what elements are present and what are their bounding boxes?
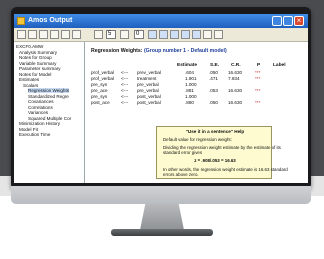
decimal-icon[interactable] — [170, 30, 179, 39]
output-title-prefix: Regression Weights: — [91, 48, 144, 54]
row-p: *** — [255, 76, 261, 81]
row-left-var: prof_verbal — [91, 70, 114, 75]
row-left-var: pre_syn — [91, 82, 108, 87]
column-width-icon[interactable] — [181, 30, 190, 39]
tree-item-minimization-history[interactable]: Minimization History — [19, 121, 60, 126]
tree-item-execution-time[interactable]: Execution Time — [19, 132, 50, 137]
grid-view-icon[interactable] — [148, 30, 157, 39]
page-field[interactable]: 5 — [106, 30, 116, 39]
row-estimate: .604 — [185, 70, 194, 75]
row-left-var: pre_ace — [91, 88, 108, 93]
maximize-button[interactable] — [283, 16, 293, 26]
tooltip-line: Default value for regression weight: — [163, 137, 232, 142]
row-right-var: pre_verbal — [137, 88, 159, 93]
help-tooltip: "Use it in a sentence" Help Default valu… — [156, 126, 288, 179]
row-left-var: pre_syn — [91, 94, 108, 99]
tree-item-file[interactable]: EXCF0.AMW — [16, 44, 43, 49]
tree-item-parameter-summary[interactable]: Parameter summary — [19, 66, 61, 71]
output-title: Regression Weights: (Group number 1 - De… — [91, 48, 227, 54]
zoom-field[interactable]: 0 — [134, 30, 144, 39]
row-estimate: .880 — [185, 100, 194, 105]
tree-item-regression-weights[interactable]: Regression Weights — [28, 88, 70, 94]
row-right-var: post_verbal — [137, 100, 161, 105]
row-estimate: 1.000 — [185, 82, 197, 87]
page-prev-icon[interactable] — [94, 30, 103, 39]
table-icon[interactable] — [192, 30, 201, 39]
row-arrow: <--- — [121, 82, 129, 87]
row-p: *** — [255, 70, 261, 75]
minimize-button[interactable] — [272, 16, 282, 26]
row-arrow: <--- — [121, 76, 129, 81]
row-se: .053 — [209, 88, 218, 93]
header-estimate: Estimate — [177, 63, 197, 68]
window-title: Amos Output — [28, 17, 73, 24]
tree-item-covariances[interactable]: Covariances — [28, 99, 54, 104]
row-estimate: .881 — [185, 88, 194, 93]
header-p: P — [257, 63, 261, 68]
row-p: *** — [255, 88, 261, 93]
table-view-icon[interactable] — [159, 30, 168, 39]
output-title-group: (Group number 1 - Default model) — [143, 48, 227, 54]
row-arrow: <--- — [121, 88, 129, 93]
row-se: .050 — [209, 100, 218, 105]
row-cr: 16.630 — [228, 88, 243, 93]
zoom-out-icon[interactable] — [214, 30, 223, 39]
row-cr: 16.630 — [228, 100, 243, 105]
tree-item-notes-for-group[interactable]: Notes for Group — [19, 55, 52, 60]
save-icon[interactable] — [39, 30, 48, 39]
row-se: .050 — [209, 70, 218, 75]
row-left-var: post_ace — [91, 100, 110, 105]
header-se: S.E. — [210, 63, 220, 68]
print-icon[interactable] — [17, 30, 26, 39]
row-cr: 16.630 — [228, 70, 243, 75]
row-se: .471 — [209, 76, 218, 81]
window-titlebar[interactable]: Amos Output × — [14, 14, 308, 28]
tooltip-line: errors above zero. — [163, 172, 199, 177]
output-panel: Regression Weights: (Group number 1 - De… — [85, 42, 308, 183]
row-left-var: prof_verbal — [91, 76, 114, 81]
close-button[interactable]: × — [294, 16, 304, 26]
zoom-in-icon[interactable] — [203, 30, 212, 39]
tooltip-title: "Use it in a sentence" Help — [185, 129, 245, 134]
row-p: *** — [255, 100, 261, 105]
copy-icon[interactable] — [61, 30, 70, 39]
tooltip-equation: z = .908/.053 = 16.63 — [194, 158, 236, 163]
toolbar: 5 0 — [14, 28, 308, 42]
tree-item-variances[interactable]: Variances — [28, 110, 48, 115]
navigation-tree: EXCF0.AMW Analysis Summary Notes for Gro… — [14, 42, 85, 183]
options-icon[interactable] — [50, 30, 59, 39]
monitor-stand-base — [111, 229, 213, 236]
monitor-stand-neck — [140, 204, 184, 230]
row-arrow: <--- — [121, 94, 129, 99]
print-preview-icon[interactable] — [28, 30, 37, 39]
monitor-screen: Amos Output × 5 0 EXCF0.AMW Analysis Sum… — [14, 14, 308, 183]
row-right-var: pre_verbal — [137, 82, 159, 87]
app-icon — [17, 17, 25, 25]
header-cr: C.R. — [231, 63, 241, 68]
row-right-var: post_verbal — [137, 94, 161, 99]
row-estimate: 1.000 — [185, 94, 197, 99]
view-text-icon[interactable] — [72, 30, 81, 39]
header-label: Label — [273, 63, 286, 68]
page-next-icon[interactable] — [120, 30, 129, 39]
row-right-var: treatment — [137, 76, 157, 81]
row-cr: 7.934 — [228, 76, 240, 81]
row-right-var: prev_verbal — [137, 70, 162, 75]
row-arrow: <--- — [121, 100, 129, 105]
row-arrow: <--- — [121, 70, 129, 75]
tree-item-estimates[interactable]: Estimates — [19, 77, 39, 82]
row-estimate: 1.901 — [185, 76, 197, 81]
monitor-chin — [11, 186, 311, 204]
tooltip-line: standard error gives — [163, 150, 203, 155]
